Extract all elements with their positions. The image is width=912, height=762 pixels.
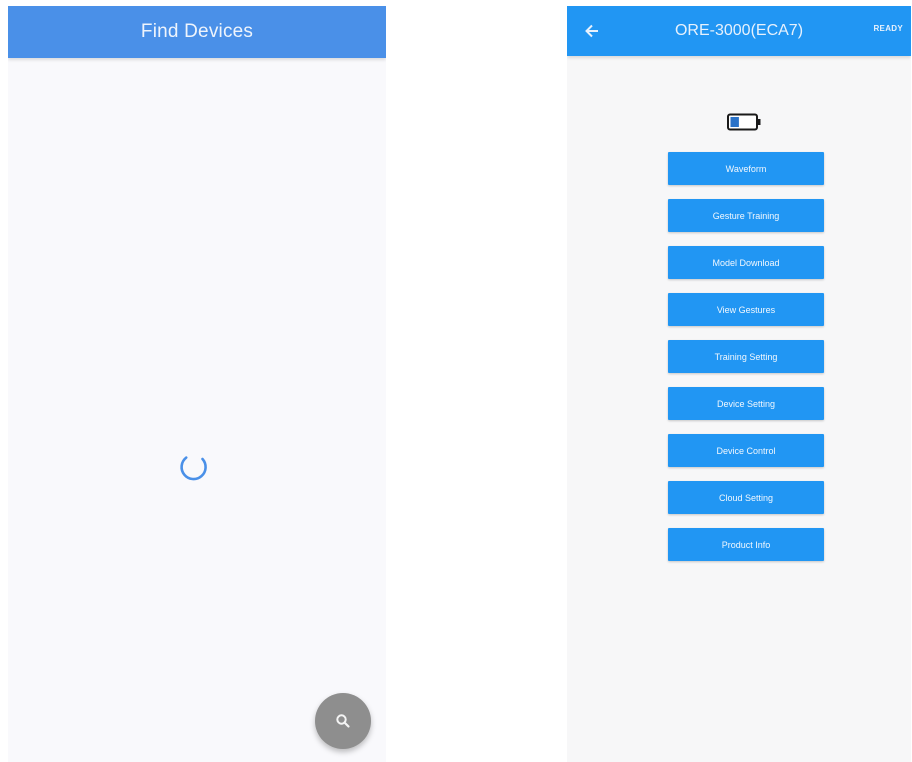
page-title: Find Devices xyxy=(140,21,254,42)
app-bar: ORE-3000(ECA7) READY xyxy=(567,6,911,56)
find-devices-screen: Find Devices xyxy=(8,6,386,762)
app-bar: Find Devices xyxy=(8,6,386,58)
menu-button-model-download[interactable]: Model Download xyxy=(668,246,824,279)
menu-button-waveform[interactable]: Waveform xyxy=(668,152,824,185)
search-icon xyxy=(336,714,350,728)
device-menu: Waveform Gesture Training Model Download Vi… xyxy=(668,152,824,575)
menu-button-view-gestures[interactable]: View Gestures xyxy=(668,293,824,326)
battery-icon xyxy=(727,113,761,131)
search-fab-button[interactable] xyxy=(315,693,371,749)
device-menu-screen: ORE-3000(ECA7) READY Waveform Gesture Tra… xyxy=(567,6,911,762)
menu-button-training-setting[interactable]: Training Setting xyxy=(668,340,824,373)
menu-button-gesture-training[interactable]: Gesture Training xyxy=(668,199,824,232)
menu-button-device-control[interactable]: Device Control xyxy=(668,434,824,467)
arrow-left-icon xyxy=(585,24,598,38)
menu-button-cloud-setting[interactable]: Cloud Setting xyxy=(668,481,824,514)
menu-button-product-info[interactable]: Product Info xyxy=(668,528,824,561)
battery-level-fill xyxy=(730,117,739,127)
screenshot-stage: Find Devices ORE-3000(ECA7) READY Wavefo… xyxy=(0,0,912,762)
device-title: ORE-3000(ECA7) xyxy=(674,22,804,39)
back-button[interactable] xyxy=(581,20,603,42)
menu-button-device-setting[interactable]: Device Setting xyxy=(668,387,824,420)
loading-spinner-icon xyxy=(180,456,207,481)
ready-button[interactable]: READY xyxy=(873,24,903,33)
